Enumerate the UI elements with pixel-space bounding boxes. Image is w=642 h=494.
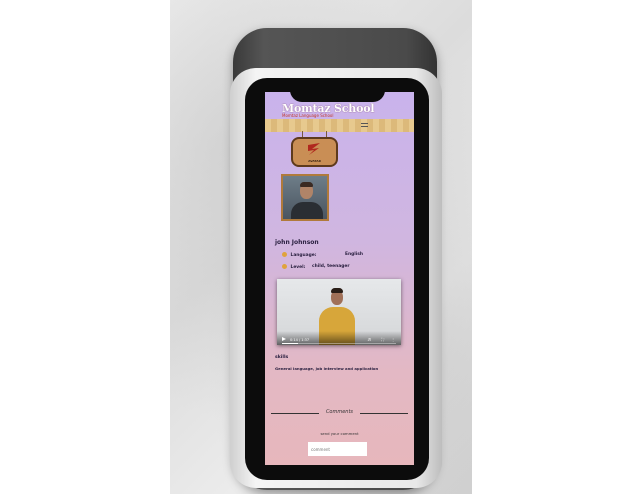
level-row: Level: child, teenager: [282, 264, 350, 270]
logo-swoosh-icon: [308, 143, 320, 155]
comment-input[interactable]: [308, 442, 367, 456]
brand-subtitle: Momtaz Language School: [282, 113, 334, 118]
hamburger-menu-icon[interactable]: [361, 121, 368, 129]
avatar: [281, 174, 329, 221]
avatar-sign-logo: AVATAR: [291, 137, 338, 167]
profile-name: john Johnson: [275, 239, 319, 246]
video-progress-fill: [282, 343, 298, 344]
skills-text: General language, job interview and appl…: [275, 366, 379, 371]
video-controls: 0:14 / 1:37 ♬ ⛶ ⋮: [277, 331, 401, 345]
language-row: Language: English: [282, 252, 363, 258]
fullscreen-icon[interactable]: ⛶: [381, 338, 384, 342]
play-icon[interactable]: [282, 337, 286, 341]
phone-notch: [290, 86, 385, 102]
level-label: Level:: [290, 265, 306, 270]
level-value: child, teenager: [312, 264, 350, 269]
intro-video-player[interactable]: 0:14 / 1:37 ♬ ⛶ ⋮: [277, 279, 401, 345]
language-icon: [282, 252, 287, 257]
navbar: [265, 119, 414, 132]
language-value: English: [345, 252, 364, 257]
comments-title: Comments: [325, 409, 354, 415]
skills-title: skills: [275, 355, 289, 360]
language-label: Language:: [290, 253, 317, 258]
video-time: 0:14 / 1:37: [290, 338, 310, 342]
volume-icon[interactable]: ♬: [367, 338, 371, 342]
more-options-icon[interactable]: ⋮: [391, 338, 395, 342]
sign-text: AVATAR: [308, 159, 321, 163]
send-comment-label: send your comment: [320, 431, 359, 436]
phone-screen: Momtaz School Momtaz Language School AVA…: [265, 92, 414, 465]
level-icon: [282, 264, 287, 269]
video-progress-bar[interactable]: [282, 343, 396, 344]
